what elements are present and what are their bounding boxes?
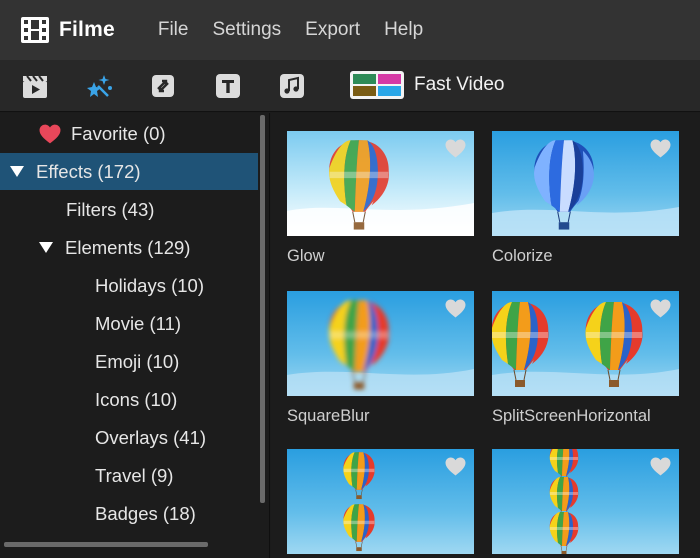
effect-thumbnail[interactable] [492,449,679,554]
favorite-heart-icon[interactable] [650,457,671,476]
favorite-heart-icon[interactable] [445,457,466,476]
app-logo: Filme [20,16,115,44]
sidebar-item-label: Overlays (41) [95,426,207,448]
filme-logo-icon [21,17,49,43]
effect-card[interactable] [287,449,474,558]
app-title: Filme [59,18,115,41]
sidebar-item-favorite[interactable]: Favorite (0) [0,115,258,152]
sidebar-item-overlays[interactable]: Overlays (41) [0,419,258,456]
menu-export[interactable]: Export [305,19,360,41]
category-sidebar: Favorite (0) Effects (172) Filters (43) … [0,113,270,558]
effect-card-glow[interactable]: Glow [287,131,474,266]
effect-thumbnail[interactable] [287,131,474,236]
sidebar-item-icons[interactable]: Icons (10) [0,381,258,418]
sidebar-vertical-scrollbar[interactable] [260,115,265,503]
sidebar-item-label: Travel (9) [95,464,174,486]
sidebar-item-label: Icons (10) [95,388,178,410]
sidebar-item-label: Badges (18) [95,502,196,524]
effect-label: SplitScreenHorizontal [492,407,651,425]
transition-tab-button[interactable] [148,71,178,101]
effects-sparkle-icon [87,75,112,97]
sidebar-item-filters[interactable]: Filters (43) [0,191,258,228]
effects-grid: Glow Colorize SquareBlur SplitScreenHori… [271,113,700,558]
expand-triangle-icon[interactable] [10,166,24,177]
sidebar-item-movie[interactable]: Movie (11) [0,305,258,342]
heart-icon [39,124,61,143]
fast-video-label: Fast Video [414,74,505,95]
media-clapper-icon [23,75,47,98]
effect-thumbnail[interactable] [492,291,679,396]
effect-card-splitscreenhorizontal[interactable]: SplitScreenHorizontal [492,291,679,426]
sidebar-item-label: Movie (11) [95,312,182,334]
favorite-heart-icon[interactable] [650,299,671,318]
effect-label: Glow [287,247,325,265]
music-icon [280,74,304,98]
effect-card[interactable] [492,449,679,558]
toolbar: Fast Video [0,60,700,112]
sidebar-item-badges[interactable]: Badges (18) [0,495,258,532]
menu-file[interactable]: File [158,19,189,41]
text-icon [216,74,240,98]
favorite-heart-icon[interactable] [445,299,466,318]
effect-label: Colorize [492,247,553,265]
effect-thumbnail[interactable] [492,131,679,236]
expand-triangle-icon[interactable] [39,242,53,253]
sidebar-item-label: Effects (172) [36,160,141,182]
menu-help[interactable]: Help [384,19,423,41]
sidebar-item-travel[interactable]: Travel (9) [0,457,258,494]
sidebar-item-effects[interactable]: Effects (172) [0,153,258,190]
media-tab-button[interactable] [20,71,50,101]
menu-bar: Filme File Settings Export Help [0,0,700,60]
sidebar-horizontal-scrollbar[interactable] [4,542,208,547]
effect-thumbnail[interactable] [287,449,474,554]
sidebar-item-elements[interactable]: Elements (129) [0,229,258,266]
effect-card-colorize[interactable]: Colorize [492,131,679,266]
sidebar-item-label: Emoji (10) [95,350,180,372]
effects-tab-button[interactable] [84,71,114,101]
menu-settings[interactable]: Settings [212,19,281,41]
effect-label: SquareBlur [287,407,370,425]
music-tab-button[interactable] [277,71,307,101]
sidebar-item-label: Filters (43) [66,198,155,220]
sidebar-item-holidays[interactable]: Holidays (10) [0,267,258,304]
sidebar-item-label: Elements (129) [65,236,191,258]
main-menu: File Settings Export Help [158,19,447,41]
transition-icon [152,75,174,97]
favorite-heart-icon[interactable] [445,139,466,158]
fast-video-button[interactable]: Fast Video [350,71,504,99]
sidebar-item-label: Holidays (10) [95,274,204,296]
effect-card-squareblur[interactable]: SquareBlur [287,291,474,426]
effect-thumbnail[interactable] [287,291,474,396]
text-tab-button[interactable] [213,71,243,101]
sidebar-item-label: Favorite (0) [71,122,166,144]
fast-video-icon [350,71,404,99]
sidebar-item-emoji[interactable]: Emoji (10) [0,343,258,380]
favorite-heart-icon[interactable] [650,139,671,158]
